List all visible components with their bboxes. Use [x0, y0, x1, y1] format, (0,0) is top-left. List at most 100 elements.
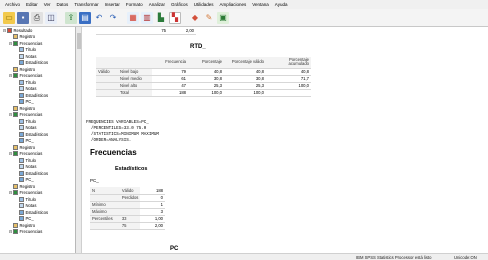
heading-icon	[13, 112, 18, 118]
table-cell: Mínimo	[90, 201, 120, 209]
table-variable-label: PC_	[90, 178, 99, 183]
print-preview-icon[interactable]: ◫	[45, 11, 57, 24]
table-cell: 40,8	[188, 68, 224, 76]
save-icon[interactable]: ▪	[17, 11, 29, 24]
variables-icon[interactable]: ▙	[155, 12, 167, 24]
table-cell: 188	[152, 89, 188, 97]
frequency-table-rtd: Frecuencia Porcentaje Porcentaje válido Por…	[96, 57, 311, 97]
tree-item-label: PC_	[25, 216, 34, 222]
table-cell: 33	[119, 215, 141, 223]
encoding-status: Unicode:ON	[454, 255, 477, 260]
table-cell: 47	[152, 82, 188, 90]
dialog-recall-icon[interactable]: ▤	[79, 11, 91, 24]
tree-item-label: Notas	[25, 53, 37, 59]
insert-output-icon[interactable]: ▚	[169, 11, 181, 24]
table-cell: Máximo	[90, 208, 120, 216]
menu-item[interactable]: Gráficos	[168, 2, 191, 7]
tree-item-label: Frecuencias	[19, 40, 43, 46]
notes-icon	[19, 53, 24, 59]
log-icon	[13, 66, 18, 72]
table-cell	[119, 201, 141, 209]
table-row: 75 2,00	[90, 222, 165, 230]
tree-item-label: Frecuencias	[19, 229, 43, 235]
menu-item[interactable]: Ventana	[249, 2, 272, 7]
designate-window-icon[interactable]: ◆	[189, 12, 201, 24]
output-navigator: ⊟ Resultado Registro ⊟ Frecuencias Título Nota…	[0, 27, 76, 253]
notes-icon	[19, 125, 24, 131]
menu-item[interactable]: Datos	[54, 2, 72, 7]
table-row: Total 188 100,0 100,0	[96, 89, 311, 97]
table-cell: 71,7	[266, 75, 311, 83]
table-cell: 30,8	[224, 75, 266, 83]
tree-item-label: Registro	[19, 144, 36, 150]
scroll-thumb[interactable]	[77, 33, 81, 49]
tree-item-label: Estadísticos	[25, 92, 49, 98]
tree-item-label: Estadísticos	[25, 209, 49, 215]
script-icon[interactable]: ✎	[203, 12, 215, 24]
print-icon[interactable]: ⎙	[31, 11, 43, 24]
table-icon	[19, 170, 24, 176]
title-icon	[19, 157, 24, 163]
menu-item[interactable]: Editar	[23, 2, 41, 7]
run-icon[interactable]: ▣	[217, 11, 229, 24]
tree-item-label: Frecuencias	[19, 73, 43, 79]
tree-item-label: Registro	[19, 66, 36, 72]
table-row: Válido Nivel bajo 79 40,8 40,8 40,8	[96, 68, 311, 76]
menu-item[interactable]: Ayuda	[272, 2, 291, 7]
section-heading: Frecuencias	[90, 148, 137, 157]
top-fragment-table: 75 2,00	[96, 27, 196, 35]
tree-item-label: Título	[25, 79, 36, 85]
tree-item[interactable]: ⊟ Frecuencias	[0, 229, 75, 236]
table-icon	[19, 60, 24, 66]
table-row: Perdidos 0	[90, 194, 165, 202]
tree-item-label: Estadísticos	[25, 170, 49, 176]
redo-icon[interactable]: ↷	[107, 12, 119, 24]
menu-item[interactable]: Archivo	[2, 2, 23, 7]
table-cell: Nivel bajo	[118, 68, 152, 76]
table-cell: 40,8	[224, 68, 266, 76]
tree-item-label: Notas	[25, 164, 37, 170]
table-cell: 0	[140, 194, 165, 202]
tree-item-label: Notas	[25, 86, 37, 92]
statistics-table: N Válido 188 Perdidos 0 Mínimo 1 Máximo 3 Percent…	[90, 187, 165, 230]
table-cell: 75	[119, 222, 141, 230]
table-icon	[19, 99, 24, 105]
heading-icon	[13, 73, 18, 79]
tree-item-label: Estadísticos	[25, 131, 49, 137]
export-icon[interactable]: ⇪	[65, 11, 77, 24]
title-icon	[19, 118, 24, 124]
table-cell: 61	[152, 75, 188, 83]
menu-item[interactable]: Analizar	[146, 2, 168, 7]
table-cell: Válido	[119, 187, 141, 195]
menu-item[interactable]: Transformar	[71, 2, 101, 7]
goto-case-icon[interactable]: ▥	[141, 11, 153, 24]
table-cell: Perdidos	[119, 194, 141, 202]
table-cell: Total	[118, 89, 152, 97]
table-cell: Válido	[96, 68, 118, 76]
undo-icon[interactable]: ↶	[93, 12, 105, 24]
tree-item-label: Notas	[25, 125, 37, 131]
goto-data-icon[interactable]: ▦	[127, 11, 139, 24]
tree-item-label: Estadísticos	[25, 60, 49, 66]
table-cell: 25,3	[188, 82, 224, 90]
menu-item[interactable]: Utilidades	[191, 2, 217, 7]
tree-item-label: PC_	[25, 99, 34, 105]
menu-item[interactable]: Ampliaciones	[216, 2, 249, 7]
menu-item[interactable]: Ver	[41, 2, 54, 7]
menu-bar: Archivo Editar Ver Datos Transformar Insertar…	[0, 0, 488, 9]
table-icon	[19, 216, 24, 222]
output-viewer: 75 2,00 RTD_ Frecuencia Porcentaje Porcent…	[82, 27, 488, 253]
table-cell	[96, 82, 118, 90]
title-icon	[19, 79, 24, 85]
tree-item-label: Título	[25, 47, 36, 53]
notes-icon	[19, 86, 24, 92]
processor-status: IBM SPSS Statistics Processor está listo	[356, 255, 432, 260]
table-cell	[90, 194, 120, 202]
table-icon	[19, 92, 24, 98]
table-cell: Nivel medio	[118, 75, 152, 83]
menu-item[interactable]: Insertar	[102, 2, 123, 7]
table-icon	[19, 131, 24, 137]
menu-item[interactable]: Formato	[123, 2, 146, 7]
open-folder-icon[interactable]: ▭	[3, 11, 15, 24]
notes-icon	[19, 164, 24, 170]
